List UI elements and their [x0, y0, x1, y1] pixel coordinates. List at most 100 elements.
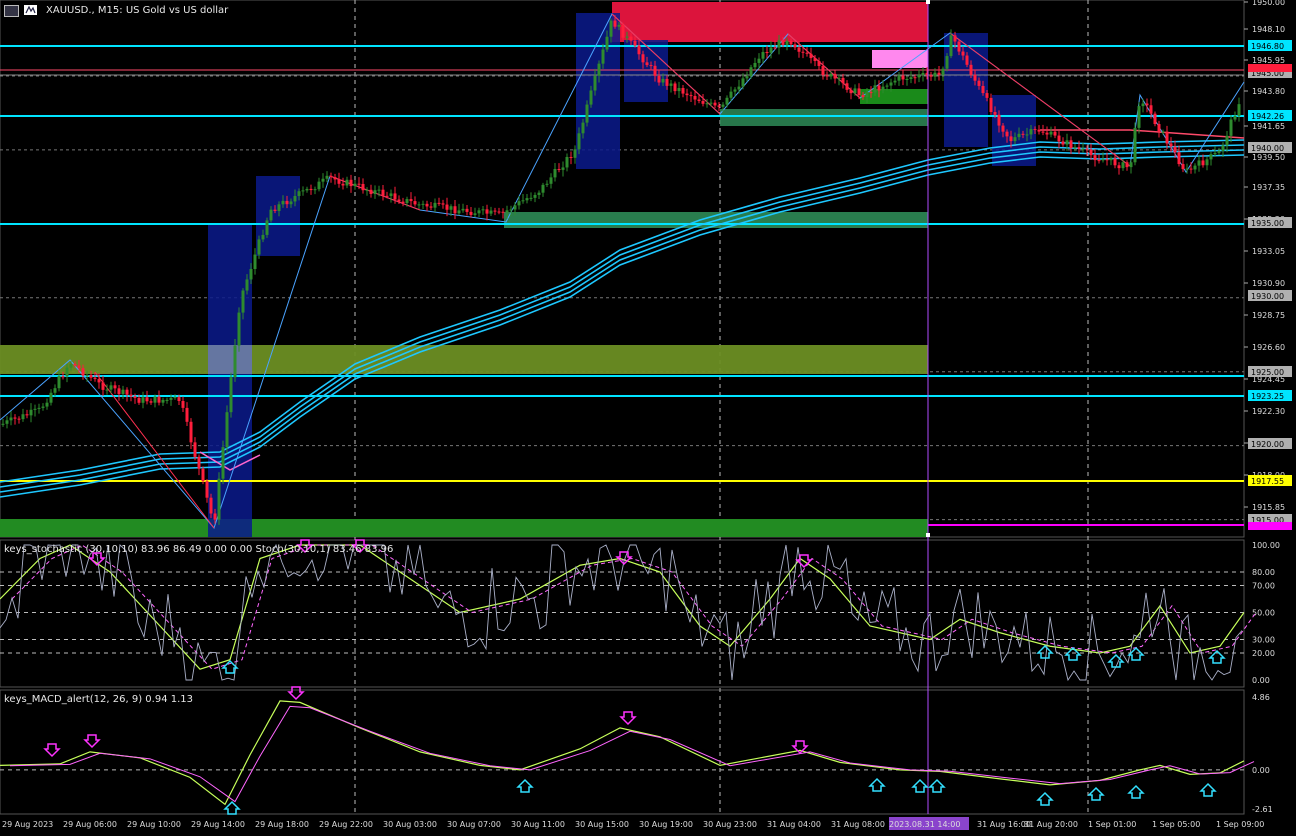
- candle-body: [1053, 131, 1057, 136]
- price-axis-label: 1950.00: [1252, 0, 1285, 7]
- candle-body: [717, 105, 721, 107]
- candle-body: [1153, 113, 1157, 125]
- candle-body: [333, 177, 337, 180]
- candle-body: [773, 47, 777, 49]
- candle-body: [245, 279, 249, 291]
- trading-chart[interactable]: 1950.00 1948.10 1945.95 1943.80 1941.65 1939.…: [0, 0, 1296, 836]
- candle-body: [737, 86, 741, 90]
- candle-body: [437, 202, 441, 204]
- candle-body: [1149, 105, 1153, 114]
- price-axis-label: 1948.10: [1252, 25, 1285, 34]
- stochastic-label: keys_stochastic (30,10,10) 83.96 86.49 0…: [4, 544, 394, 555]
- candle-body: [1069, 140, 1073, 149]
- candle-body: [377, 189, 381, 191]
- candle-body: [533, 194, 537, 198]
- candle-body: [981, 85, 985, 94]
- candle-body: [565, 156, 569, 168]
- stoch-axis-label: 50.00: [1252, 609, 1275, 618]
- candle-body: [677, 88, 681, 92]
- buy-arrow-icon: [1036, 791, 1054, 806]
- candle-body: [209, 497, 213, 514]
- candle-body: [877, 85, 881, 91]
- candle-body: [361, 183, 365, 191]
- price-tag: 1942.26: [1248, 110, 1292, 121]
- price-tag: 1920.00: [1248, 438, 1292, 449]
- candle-body: [349, 179, 353, 187]
- candle-body: [1073, 147, 1077, 149]
- candle-body: [1025, 134, 1029, 136]
- candle-body: [641, 54, 645, 63]
- candle-body: [957, 41, 961, 52]
- candle-body: [1089, 149, 1093, 156]
- price-axis-label: 1945.95: [1252, 56, 1285, 65]
- candle-body: [1005, 131, 1009, 137]
- price-tag: 1917.55: [1248, 475, 1292, 486]
- price-axis-label: 1937.35: [1252, 183, 1285, 192]
- candle-body: [329, 175, 333, 178]
- buy-arrow-icon: [1127, 784, 1145, 799]
- candle-body: [761, 52, 765, 59]
- price-tag-label: 1940.00: [1251, 144, 1284, 153]
- candle-body: [601, 49, 605, 64]
- candle-body: [993, 112, 997, 115]
- candle-body: [293, 196, 297, 202]
- crosshair-handle-top: [926, 0, 930, 4]
- candle-body: [113, 385, 117, 389]
- range-box: [256, 176, 300, 256]
- candle-body: [93, 377, 97, 380]
- candle-body: [989, 97, 993, 113]
- candle-body: [625, 36, 629, 38]
- candle-body: [429, 206, 433, 208]
- candle-body: [121, 389, 125, 395]
- candle-body: [481, 209, 485, 211]
- candle-body: [497, 211, 501, 213]
- stoch-axis-label: 70.00: [1252, 582, 1275, 591]
- time-axis-label: 30 Aug 15:00: [575, 820, 629, 829]
- candle-body: [521, 200, 525, 202]
- symbol-title: XAUUSD., M15: US Gold vs US dollar: [46, 5, 229, 16]
- candle-body: [945, 56, 949, 69]
- pink-zone: [872, 50, 928, 68]
- candle-body: [97, 379, 101, 383]
- candle-body: [53, 388, 57, 393]
- candle-body: [493, 210, 497, 212]
- sell-arrow-icon: [83, 734, 101, 749]
- candle-body: [249, 269, 253, 280]
- candle-body: [733, 89, 737, 92]
- candle-body: [817, 61, 821, 66]
- candle-body: [1121, 162, 1125, 169]
- time-axis-label: 29 Aug 06:00: [63, 820, 117, 829]
- candle-body: [1213, 152, 1217, 155]
- candle-body: [1021, 133, 1025, 135]
- candle-body: [337, 179, 341, 184]
- candle-body: [837, 77, 841, 79]
- candle-body: [633, 40, 637, 46]
- one-click-trading-icon[interactable]: [24, 5, 37, 15]
- candle-body: [961, 51, 965, 56]
- candle-body: [129, 394, 133, 397]
- candle-body: [269, 209, 273, 221]
- candle-body: [545, 183, 549, 185]
- candle-body: [49, 392, 53, 403]
- price-tag-label: 1930.00: [1251, 292, 1284, 301]
- candle-body: [409, 199, 413, 202]
- candle-body: [57, 376, 61, 389]
- candle-body: [873, 85, 877, 93]
- buy-arrow-icon: [1036, 644, 1054, 659]
- buy-arrow-icon: [1199, 782, 1217, 797]
- candle-body: [809, 53, 813, 59]
- candle-body: [869, 92, 873, 94]
- candle-body: [29, 409, 33, 416]
- candle-body: [1221, 145, 1225, 151]
- chart-menu-icon[interactable]: [4, 5, 19, 17]
- candle-body: [141, 397, 145, 403]
- candle-body: [321, 178, 325, 182]
- candle-body: [1129, 162, 1133, 168]
- candle-body: [705, 103, 709, 105]
- candle-body: [105, 389, 109, 391]
- range-box: [576, 13, 620, 169]
- candle-body: [637, 45, 641, 55]
- candle-body: [661, 78, 665, 83]
- candle-body: [469, 211, 473, 215]
- candle-body: [1009, 136, 1013, 142]
